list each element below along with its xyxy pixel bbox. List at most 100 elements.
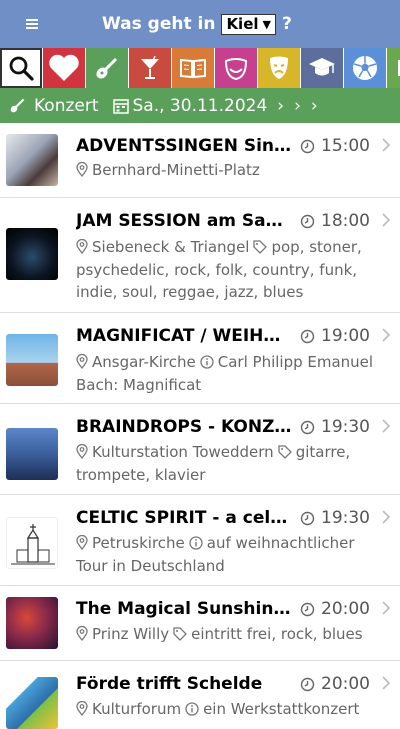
theater-mask-icon: [270, 56, 288, 79]
event-time: 19:00: [300, 325, 370, 347]
city-value: Kiel: [226, 14, 259, 33]
location-pin-icon: [76, 162, 88, 177]
clock-icon: [300, 420, 315, 434]
clock-icon: [300, 139, 315, 153]
event-location: Bernhard-Minetti-Platz: [92, 161, 260, 179]
filter-bar: Konzert Sa., 30.11.2024 › › ›: [0, 88, 400, 123]
guitar-icon: [10, 98, 25, 112]
next-month-icon[interactable]: ›: [311, 96, 318, 116]
event-thumbnail: [6, 677, 58, 729]
menu-icon[interactable]: [22, 16, 42, 32]
event-title: Förde trifft Schelde: [76, 674, 263, 694]
event-location: Kulturstation Toweddern: [92, 443, 274, 461]
event-thumbnail: [6, 228, 58, 280]
category-more[interactable]: [387, 48, 400, 88]
clock-icon: [300, 214, 315, 228]
event-time: 19:30: [300, 507, 370, 529]
location-pin-icon: [76, 626, 88, 641]
chevron-right-icon: [382, 601, 391, 615]
event-tags: eintritt frei, rock, blues: [191, 625, 363, 643]
event-info: auf weihnachtlicher: [206, 534, 355, 552]
event-meta: Prinz Willy eintritt frei, rock, blues: [76, 623, 386, 646]
event-info: ein Werkstattkonzert: [203, 700, 360, 718]
category-sport[interactable]: [344, 48, 386, 88]
graduation-cap-icon: [309, 58, 335, 76]
category-education[interactable]: [301, 48, 343, 88]
event-time: 19:30: [300, 416, 370, 438]
event-thumbnail: [6, 517, 58, 569]
city-select[interactable]: Kiel ▼: [221, 13, 276, 35]
event-row[interactable]: Förde trifft Schelde 20:00 Kulturforum ei…: [0, 661, 400, 729]
event-row[interactable]: ADVENTSSINGEN Sing´... 15:00 Bernhard-Mi…: [0, 123, 400, 198]
location-pin-icon: [76, 535, 88, 550]
event-time: 15:00: [300, 135, 370, 157]
event-tags-continued: trompete, klavier: [76, 465, 206, 484]
title-prefix: Was geht in: [102, 14, 216, 34]
tag-icon: [173, 627, 188, 641]
chevron-right-icon: [382, 213, 391, 227]
category-concert[interactable]: [86, 48, 128, 88]
category-party[interactable]: [129, 48, 171, 88]
filter-category[interactable]: Konzert: [34, 96, 99, 116]
event-time: 20:00: [300, 673, 370, 695]
event-location: Prinz Willy: [92, 625, 170, 643]
chevron-right-icon: [382, 676, 391, 690]
cocktail-icon: [141, 55, 159, 79]
event-meta: Kulturstation Toweddern gitarre, trompete…: [76, 441, 386, 486]
guitar-icon: [96, 57, 118, 79]
search-icon: [9, 56, 34, 81]
category-love[interactable]: [43, 48, 85, 88]
event-title: BRAINDROPS - KONZERT: [76, 417, 294, 437]
chevron-right-icon: [382, 419, 391, 433]
event-list: ADVENTSSINGEN Sing´... 15:00 Bernhard-Mi…: [0, 123, 400, 729]
event-title: ADVENTSSINGEN Sing´...: [76, 136, 294, 156]
event-location: Siebeneck & Triangel: [92, 238, 250, 256]
event-thumbnail: [6, 134, 58, 186]
event-title: JAM SESSION am Sams...: [76, 211, 294, 231]
event-row[interactable]: CELTIC SPIRIT - a celtic... 19:30 Petrus…: [0, 495, 400, 586]
event-meta: Ansgar-Kirche Carl Philipp Emanuel Bach: …: [76, 351, 386, 396]
clock-icon: [300, 602, 315, 616]
event-meta: Bernhard-Minetti-Platz: [76, 159, 386, 182]
event-time: 20:00: [300, 598, 370, 620]
event-time: 18:00: [300, 210, 370, 232]
event-tags-continued: psychedelic, rock, folk, country, funk,: [76, 260, 358, 279]
event-title: The Magical Sunshine ...: [76, 599, 294, 619]
event-row[interactable]: BRAINDROPS - KONZERT 19:30 Kulturstation…: [0, 404, 400, 495]
location-pin-icon: [76, 701, 88, 716]
filter-date[interactable]: Sa., 30.11.2024: [133, 96, 268, 116]
event-info-continued: Tour in Deutschland: [76, 556, 225, 575]
title-suffix: ?: [282, 14, 292, 34]
event-row[interactable]: MAGNIFICAT / WEIHN... 19:00 Ansgar-Kirch…: [0, 313, 400, 404]
page-title: Was geht in Kiel ▼ ?: [102, 12, 292, 36]
event-row[interactable]: JAM SESSION am Sams... 18:00 Siebeneck &…: [0, 198, 400, 313]
clock-icon: [300, 677, 315, 691]
football-icon: [353, 56, 377, 80]
event-title: CELTIC SPIRIT - a celtic...: [76, 508, 294, 528]
heart-icon: [49, 54, 79, 81]
category-reading[interactable]: [172, 48, 214, 88]
event-location: Petruskirche: [92, 534, 185, 552]
info-icon: [185, 702, 199, 716]
event-title: MAGNIFICAT / WEIHN...: [76, 326, 294, 346]
category-search[interactable]: [0, 48, 42, 88]
category-theater[interactable]: [258, 48, 300, 88]
clock-icon: [300, 511, 315, 525]
next-day-icon[interactable]: ›: [277, 96, 284, 116]
church-drawing-icon: [11, 524, 55, 565]
event-meta: Kulturforum ein Werkstattkonzert: [76, 698, 386, 721]
event-tags: gitarre,: [295, 443, 351, 461]
next-week-icon[interactable]: ›: [294, 96, 301, 116]
dropdown-arrow-icon: ▼: [262, 17, 271, 31]
event-row[interactable]: The Magical Sunshine ... 20:00 Prinz Wil…: [0, 586, 400, 661]
location-pin-icon: [76, 444, 88, 459]
tag-icon: [253, 240, 268, 254]
calendar-icon: [112, 98, 129, 114]
event-thumbnail: [6, 428, 58, 480]
tag-icon: [278, 445, 292, 459]
category-comedy[interactable]: [215, 48, 257, 88]
info-icon: [189, 536, 203, 550]
clock-icon: [300, 329, 315, 343]
chevron-right-icon: [382, 510, 391, 524]
chevron-right-icon: [382, 328, 391, 342]
